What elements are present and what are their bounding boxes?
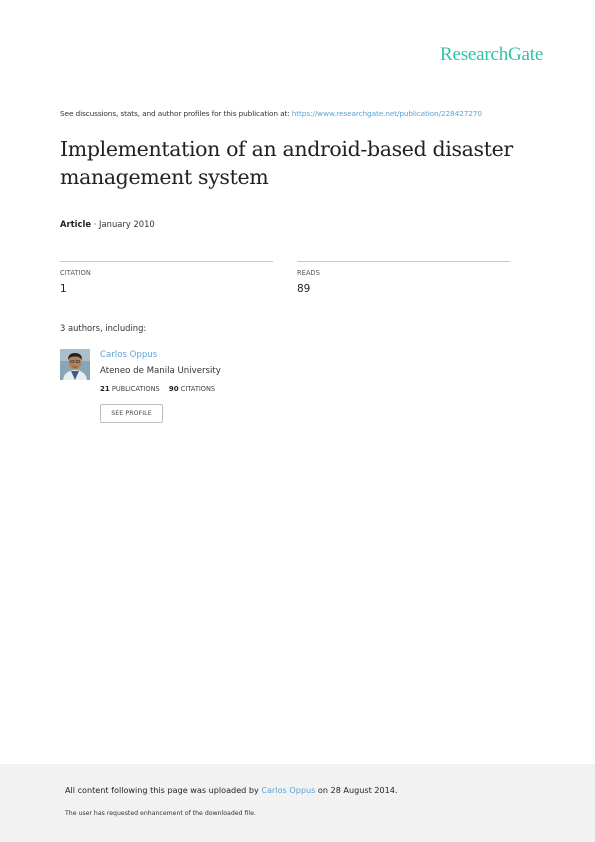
citation-count: 1 <box>60 283 67 295</box>
citation-label: CITATION <box>60 269 91 277</box>
author-citations-label: CITATIONS <box>180 385 216 393</box>
footer: All content following this page was uplo… <box>0 764 595 842</box>
researchgate-logo[interactable]: ResearchGate <box>440 44 543 66</box>
publication-url-line: See discussions, stats, and author profi… <box>60 109 482 118</box>
publication-type: Article <box>60 219 92 229</box>
enhancement-note: The user has requested enhancement of th… <box>65 810 256 817</box>
reads-label: READS <box>297 269 321 277</box>
uploader-link[interactable]: Carlos Oppus <box>261 785 315 795</box>
reads-count: 89 <box>297 283 311 295</box>
author-avatar[interactable] <box>60 349 90 380</box>
see-discussions-text: See discussions, stats, and author profi… <box>60 109 290 118</box>
citation-stat: CITATION 1 <box>60 261 273 295</box>
publication-url-link[interactable]: https://www.researchgate.net/publication… <box>292 109 482 118</box>
upload-notice: All content following this page was uplo… <box>65 785 398 795</box>
author-citations-count: 90 <box>168 385 179 393</box>
author-photo-icon <box>60 349 90 380</box>
authors-heading: 3 authors, including: <box>60 323 147 333</box>
author-stats: 21 PUBLICATIONS 90 CITATIONS <box>100 385 215 393</box>
author-institution: Ateneo de Manila University <box>100 366 221 376</box>
author-name-link[interactable]: Carlos Oppus <box>100 350 157 360</box>
author-publications-label: PUBLICATIONS <box>111 385 160 393</box>
publication-date: January 2010 <box>99 219 155 229</box>
upload-prefix: All content following this page was uplo… <box>65 785 259 795</box>
publication-title: Implementation of an android-based disas… <box>60 137 513 189</box>
publication-meta: Article · January 2010 <box>60 219 155 229</box>
author-publications-count: 21 <box>100 385 110 393</box>
upload-suffix: on 28 August 2014. <box>317 785 398 795</box>
see-profile-button[interactable]: SEE PROFILE <box>100 404 163 423</box>
meta-separator: · <box>93 219 97 229</box>
reads-stat: READS 89 <box>297 261 510 295</box>
